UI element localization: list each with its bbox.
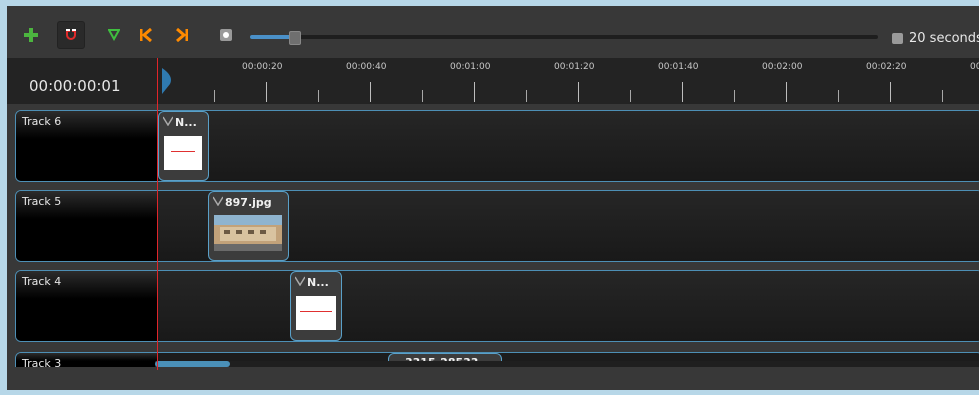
ruler-tick-label: 00:00:20	[242, 62, 283, 72]
playhead-line[interactable]	[157, 58, 158, 370]
ruler-major-tick	[682, 82, 683, 102]
clip[interactable]: 897.jpg	[208, 191, 289, 261]
ruler-tick-label: 00	[970, 62, 979, 72]
ruler-major-tick	[266, 82, 267, 102]
ruler-tick-label: 00:01:20	[554, 62, 595, 72]
ruler-minor-tick	[318, 90, 319, 102]
window-border-bottom	[0, 390, 979, 395]
clip-title: N...	[307, 276, 329, 289]
ruler-minor-tick	[734, 90, 735, 102]
zoom-slider-handle[interactable]	[289, 31, 301, 45]
track-header: Track 6	[16, 111, 157, 181]
scale-icon	[892, 33, 903, 44]
clip[interactable]: N...	[290, 271, 342, 341]
clip-menu-icon[interactable]	[163, 116, 173, 126]
timeline-ruler[interactable]: 00:00:00:01 00:00:20 00:00:40 00:01:00 00:0…	[7, 58, 979, 104]
ruler-major-tick	[474, 82, 475, 102]
track-name: Track 5	[22, 195, 62, 208]
ruler-minor-tick	[630, 90, 631, 102]
clip-thumbnail	[164, 136, 202, 170]
timeline-window: 20 seconds 00:00:00:01 00:00:20 00:00:40 0…	[0, 0, 979, 395]
ruler-tick-label: 00:01:40	[658, 62, 699, 72]
plus-icon[interactable]	[22, 26, 40, 44]
track-lane[interactable]: N...	[157, 111, 979, 181]
ruler-major-tick	[578, 82, 579, 102]
track-header: Track 4	[16, 271, 157, 341]
clip-menu-icon[interactable]	[213, 196, 223, 206]
jump-end-icon[interactable]	[173, 26, 191, 44]
ruler-minor-tick	[422, 90, 423, 102]
track-lane[interactable]: 897.jpg	[157, 191, 979, 261]
clip-menu-icon[interactable]	[295, 276, 305, 286]
window-border-left	[0, 0, 7, 395]
track-name: Track 4	[22, 275, 62, 288]
ruler-minor-tick	[214, 90, 215, 102]
clip-thumbnail	[214, 215, 282, 251]
bottom-panel	[7, 367, 979, 390]
ruler-minor-tick	[526, 90, 527, 102]
zoom-slider-fill	[250, 35, 292, 39]
ruler-tick-label: 00:00:40	[346, 62, 387, 72]
timeline-toolbar: 20 seconds	[7, 6, 979, 58]
current-timecode: 00:00:00:01	[29, 77, 121, 95]
ruler-tick-label: 00:01:00	[450, 62, 491, 72]
zoom-icon	[217, 26, 235, 44]
track-lane[interactable]: N...	[157, 271, 979, 341]
ruler-minor-tick	[838, 90, 839, 102]
clip-title: N...	[175, 116, 197, 129]
jump-start-icon[interactable]	[137, 26, 155, 44]
ruler-major-tick	[786, 82, 787, 102]
track-5[interactable]: Track 5 897.jpg	[15, 190, 979, 262]
clip[interactable]: N...	[158, 111, 209, 181]
ruler-major-tick	[370, 82, 371, 102]
zoom-slider-track[interactable]	[250, 35, 878, 39]
ruler-tick-label: 00:02:20	[866, 62, 907, 72]
ruler-minor-tick	[942, 90, 943, 102]
ruler-ticks[interactable]: 00:00:20 00:00:40 00:01:00 00:01:20 00:01:40…	[162, 58, 979, 104]
zoom-scale-label: 20 seconds	[909, 31, 979, 46]
ruler-tick-label: 00:02:00	[762, 62, 803, 72]
snap-button[interactable]	[57, 21, 85, 49]
magnet-icon	[66, 29, 76, 40]
marker-icon[interactable]	[105, 26, 123, 44]
track-4[interactable]: Track 4 N...	[15, 270, 979, 342]
ruler-major-tick	[890, 82, 891, 102]
track-name: Track 6	[22, 115, 62, 128]
clip-title: 897.jpg	[225, 196, 272, 209]
track-6[interactable]: Track 6 N...	[15, 110, 979, 182]
track-header: Track 5	[16, 191, 157, 261]
playhead-handle-icon[interactable]	[162, 68, 174, 94]
clip-thumbnail	[296, 296, 336, 330]
